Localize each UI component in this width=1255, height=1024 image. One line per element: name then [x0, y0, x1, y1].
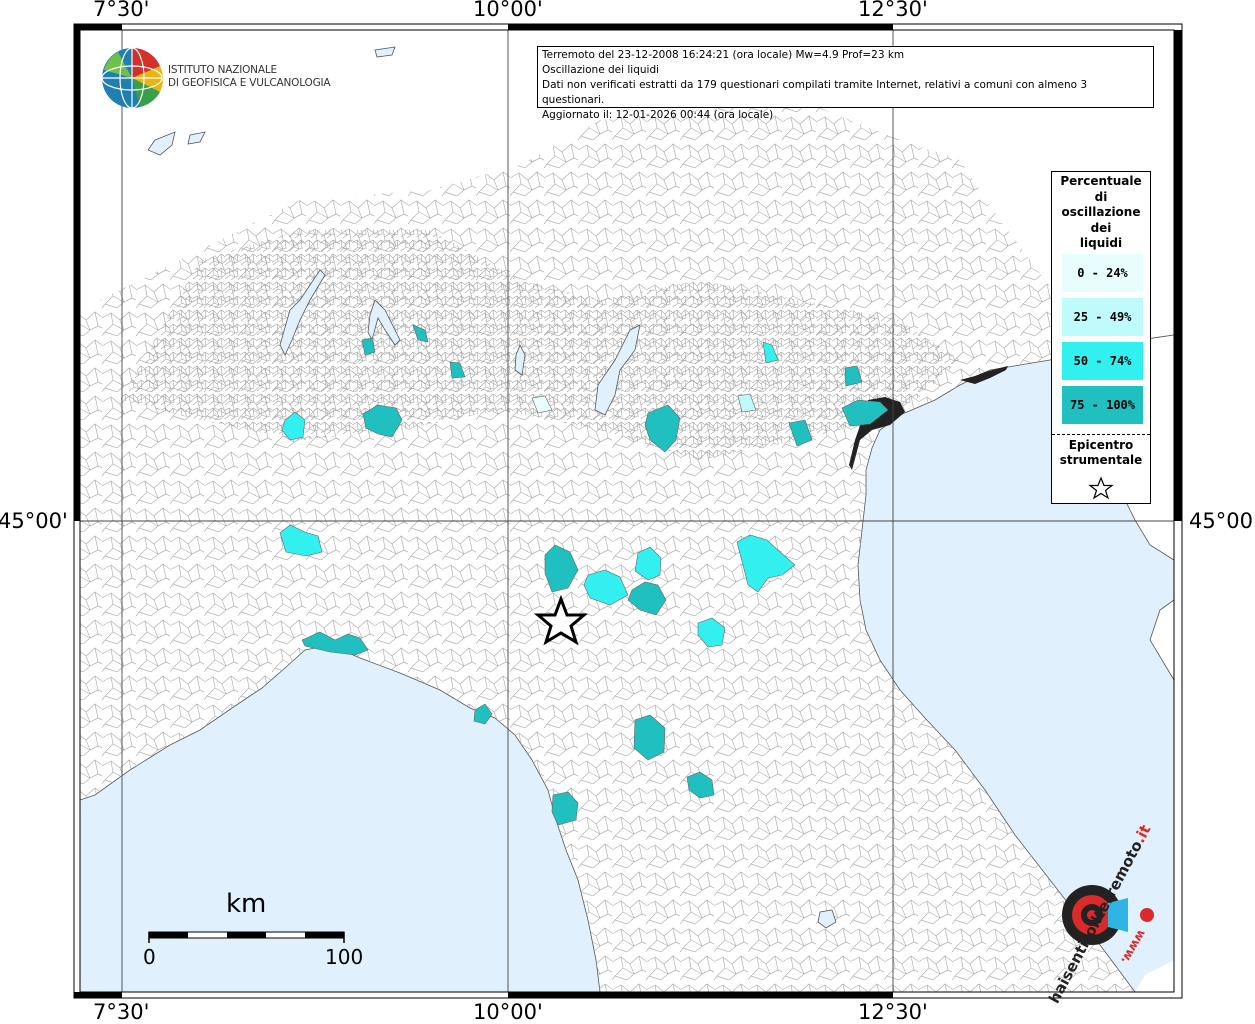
- legend-separator: [1052, 434, 1150, 435]
- event-info-line-1: Terremoto del 23-12-2008 16:24:21 (ora l…: [542, 49, 905, 61]
- legend-title-line: oscillazione: [1061, 205, 1141, 219]
- map-canvas: [73, 23, 1183, 999]
- coord-left: 45°00': [0, 509, 68, 533]
- legend-class-1: 0 - 24%: [1062, 254, 1143, 292]
- legend-title-line: dei: [1090, 220, 1112, 235]
- legend-star-icon: [1088, 476, 1114, 500]
- legend-class-3: 50 - 74%: [1062, 342, 1143, 380]
- logo-line-2: DI GEOFISICA E VULCANOLOGIA: [168, 77, 331, 89]
- coord-right: 45°00': [1189, 509, 1255, 533]
- legend-title-line: di: [1094, 189, 1108, 204]
- coord-top-3: 12°30': [858, 0, 928, 21]
- ingv-logo-text: ISTITUTO NAZIONALE DI GEOFISICA E VULCAN…: [168, 64, 331, 90]
- legend-epicenter-line: Epicentro: [1068, 438, 1134, 452]
- coord-bottom-3: 12°30': [858, 1000, 928, 1024]
- legend-class-2: 25 - 49%: [1062, 298, 1143, 336]
- coord-top-2: 10°00': [473, 0, 543, 21]
- scale-unit: km: [226, 889, 267, 919]
- event-info-box: Terremoto del 23-12-2008 16:24:21 (ora l…: [537, 46, 1154, 121]
- legend-title-line: Percentuale: [1060, 174, 1142, 188]
- scale-max: 100: [325, 945, 364, 969]
- event-info-line-3: Dati non verificati estratti da 179 ques…: [542, 79, 1088, 106]
- legend-title: Percentuale di oscillazione dei liquidi: [1052, 172, 1150, 252]
- event-info-line-4: Aggiornato il: 12-01-2026 00:44 (ora loc…: [542, 109, 774, 121]
- legend-epicenter-label: Epicentro strumentale: [1052, 438, 1150, 468]
- coord-bottom-1: 7°30': [93, 1000, 150, 1024]
- legend-class-4: 75 - 100%: [1062, 386, 1143, 424]
- event-info-line-2: Oscillazione dei liquidi: [542, 64, 660, 76]
- legend-title-line: liquidi: [1079, 236, 1123, 250]
- logo-line-1: ISTITUTO NAZIONALE: [168, 64, 277, 76]
- ingv-logo-icon: [101, 47, 163, 109]
- coord-top-1: 7°30': [93, 0, 150, 21]
- coord-bottom-2: 10°00': [473, 1000, 543, 1024]
- map-legend: Percentuale di oscillazione dei liquidi …: [1051, 171, 1151, 504]
- scale-min: 0: [143, 945, 156, 969]
- legend-epicenter-line: strumentale: [1059, 453, 1143, 467]
